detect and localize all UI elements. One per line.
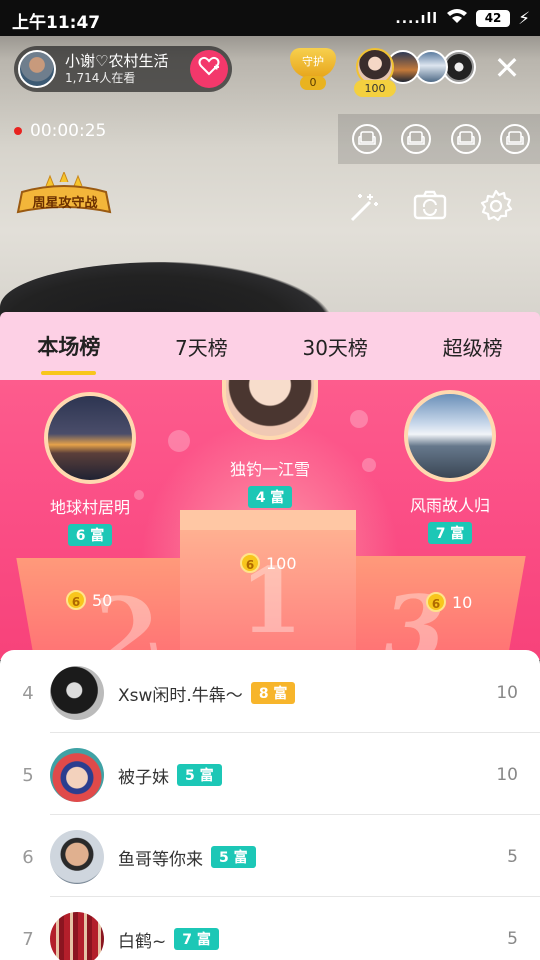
wifi-icon — [446, 8, 468, 29]
list-item[interactable]: 5 被子妹 5 富 10 — [0, 734, 540, 816]
user-name: 鱼哥等你来 — [118, 849, 203, 870]
close-icon[interactable]: ✕ — [490, 52, 524, 86]
rank-1-score: 6 100 — [240, 553, 297, 573]
rank-3-user[interactable]: 风雨故人归 7 富 — [390, 390, 510, 544]
active-tab-indicator — [41, 371, 97, 375]
rich-level-badge: 5 富 — [211, 846, 256, 868]
rank-2-name: 地球村居明 — [49, 498, 130, 517]
toolbar — [344, 186, 516, 226]
timer-text: 00:00:25 — [30, 121, 107, 141]
divider — [50, 896, 540, 897]
live-timer: 00:00:25 — [14, 121, 106, 141]
rank-2-user[interactable]: 地球村居明 6 富 — [30, 392, 150, 546]
contribution-score: 10 — [496, 683, 518, 703]
rich-level-badge: 7 富 — [174, 928, 219, 950]
tab-label: 超级榜 — [442, 335, 503, 360]
tab-label: 本场榜 — [37, 335, 101, 359]
rank-1-name: 独钓一江雪 — [229, 460, 310, 479]
rank-number: 5 — [22, 764, 34, 786]
recording-dot-icon — [14, 127, 22, 135]
top-viewers[interactable]: 100 — [354, 48, 476, 97]
rank-3-name: 风雨故人归 — [409, 496, 490, 515]
guard-count: 0 — [300, 76, 326, 90]
divider — [50, 732, 540, 733]
signal-icon: ....ıll — [395, 10, 439, 27]
status-icons: ....ıll 42 ⚡ — [395, 8, 530, 29]
rank-1-user[interactable]: 独钓一江雪 4 富 — [210, 380, 330, 508]
status-time: 上午11:47 — [12, 13, 101, 33]
tab-7-days[interactable]: 7天榜 — [169, 332, 234, 361]
guest-seats — [338, 114, 540, 164]
user-avatar[interactable] — [50, 748, 104, 802]
coin-icon: 6 — [426, 592, 446, 612]
tab-this-session[interactable]: 本场榜 — [31, 331, 106, 375]
tab-super[interactable]: 超级榜 — [437, 332, 509, 361]
weekly-star-badge[interactable]: 周星攻守战 — [16, 170, 112, 222]
status-bar: 上午11:47 ....ıll 42 ⚡ — [0, 0, 540, 36]
divider — [50, 814, 540, 815]
battery-icon: 42 — [476, 10, 511, 27]
rank-number: 4 — [22, 682, 34, 704]
sofa-seat-icon[interactable] — [351, 124, 382, 154]
list-item[interactable]: 4 Xsw闲时.牛犇～ 8 富 10 — [0, 652, 540, 734]
coin-icon: 6 — [240, 553, 260, 573]
sofa-seat-icon[interactable] — [401, 124, 432, 154]
rank-2-avatar[interactable] — [44, 392, 136, 484]
rank-2-score: 6 50 — [66, 590, 112, 610]
heart-plus-icon — [198, 56, 220, 76]
settings-gear-icon[interactable] — [476, 186, 516, 226]
rank-number: 7 — [22, 928, 34, 950]
contribution-score: 5 — [507, 929, 518, 949]
host-info[interactable]: 小谢♡农村生活 1,714人在看 — [14, 46, 232, 92]
list-item[interactable]: 6 鱼哥等你来 5 富 5 — [0, 816, 540, 898]
tab-label: 7天榜 — [175, 335, 228, 360]
host-name: 小谢♡农村生活 — [65, 52, 169, 70]
user-name: 被子妹 — [118, 767, 169, 788]
podium-first-top — [180, 510, 356, 530]
rank-3-avatar[interactable] — [404, 390, 496, 482]
host-avatar[interactable] — [18, 50, 56, 88]
user-name: 白鹤~ — [118, 931, 167, 952]
ranking-tabs: 本场榜 7天榜 30天榜 超级榜 — [0, 312, 540, 380]
list-item[interactable]: 7 白鹤~ 7 富 5 — [0, 898, 540, 960]
camera-switch-icon[interactable] — [410, 186, 450, 226]
rank-1-avatar[interactable] — [222, 380, 318, 440]
sofa-seat-icon[interactable] — [500, 124, 531, 154]
user-name: Xsw闲时.牛犇～ — [118, 685, 243, 706]
rank-number: 6 — [22, 846, 34, 868]
rank-3-rich-badge: 7 富 — [427, 522, 473, 544]
rank-3-score: 6 10 — [426, 592, 472, 612]
coin-icon: 6 — [66, 590, 86, 610]
podium: 2 3 1 独钓一江雪 4 富 6 100 地球村居明 6 富 6 50 风雨故… — [0, 380, 540, 660]
rich-level-badge: 5 富 — [177, 764, 222, 786]
viewer-count: 1,714人在看 — [65, 71, 136, 85]
user-avatar[interactable] — [50, 666, 104, 720]
magic-wand-icon[interactable] — [344, 186, 384, 226]
podium-first: 1 — [180, 518, 356, 660]
follow-heart-button[interactable] — [190, 50, 228, 88]
rich-level-badge: 8 富 — [250, 682, 296, 704]
user-avatar[interactable] — [50, 830, 104, 884]
tab-label: 30天榜 — [302, 335, 368, 360]
sofa-seat-icon[interactable] — [450, 124, 481, 154]
contribution-score: 10 — [496, 765, 518, 785]
rank-2-rich-badge: 6 富 — [67, 524, 113, 546]
user-avatar[interactable] — [50, 912, 104, 960]
rank-3-score-value: 10 — [452, 592, 473, 612]
rank-2-score-value: 50 — [92, 590, 113, 610]
guard-shield-icon: 守护 — [290, 48, 336, 78]
rank-1-score-value: 100 — [266, 553, 297, 573]
guard-button[interactable]: 守护 0 — [290, 48, 336, 92]
star-badge-label: 周星攻守战 — [32, 196, 98, 211]
charging-icon: ⚡ — [518, 8, 530, 29]
rank-1-rich-badge: 4 富 — [247, 486, 293, 508]
contribution-score: 5 — [507, 847, 518, 867]
viewer-contribution-badge: 100 — [354, 80, 396, 97]
tab-30-days[interactable]: 30天榜 — [296, 332, 373, 361]
ranking-list: 4 Xsw闲时.牛犇～ 8 富 10 5 被子妹 5 富 10 6 鱼哥等你来 … — [0, 650, 540, 960]
